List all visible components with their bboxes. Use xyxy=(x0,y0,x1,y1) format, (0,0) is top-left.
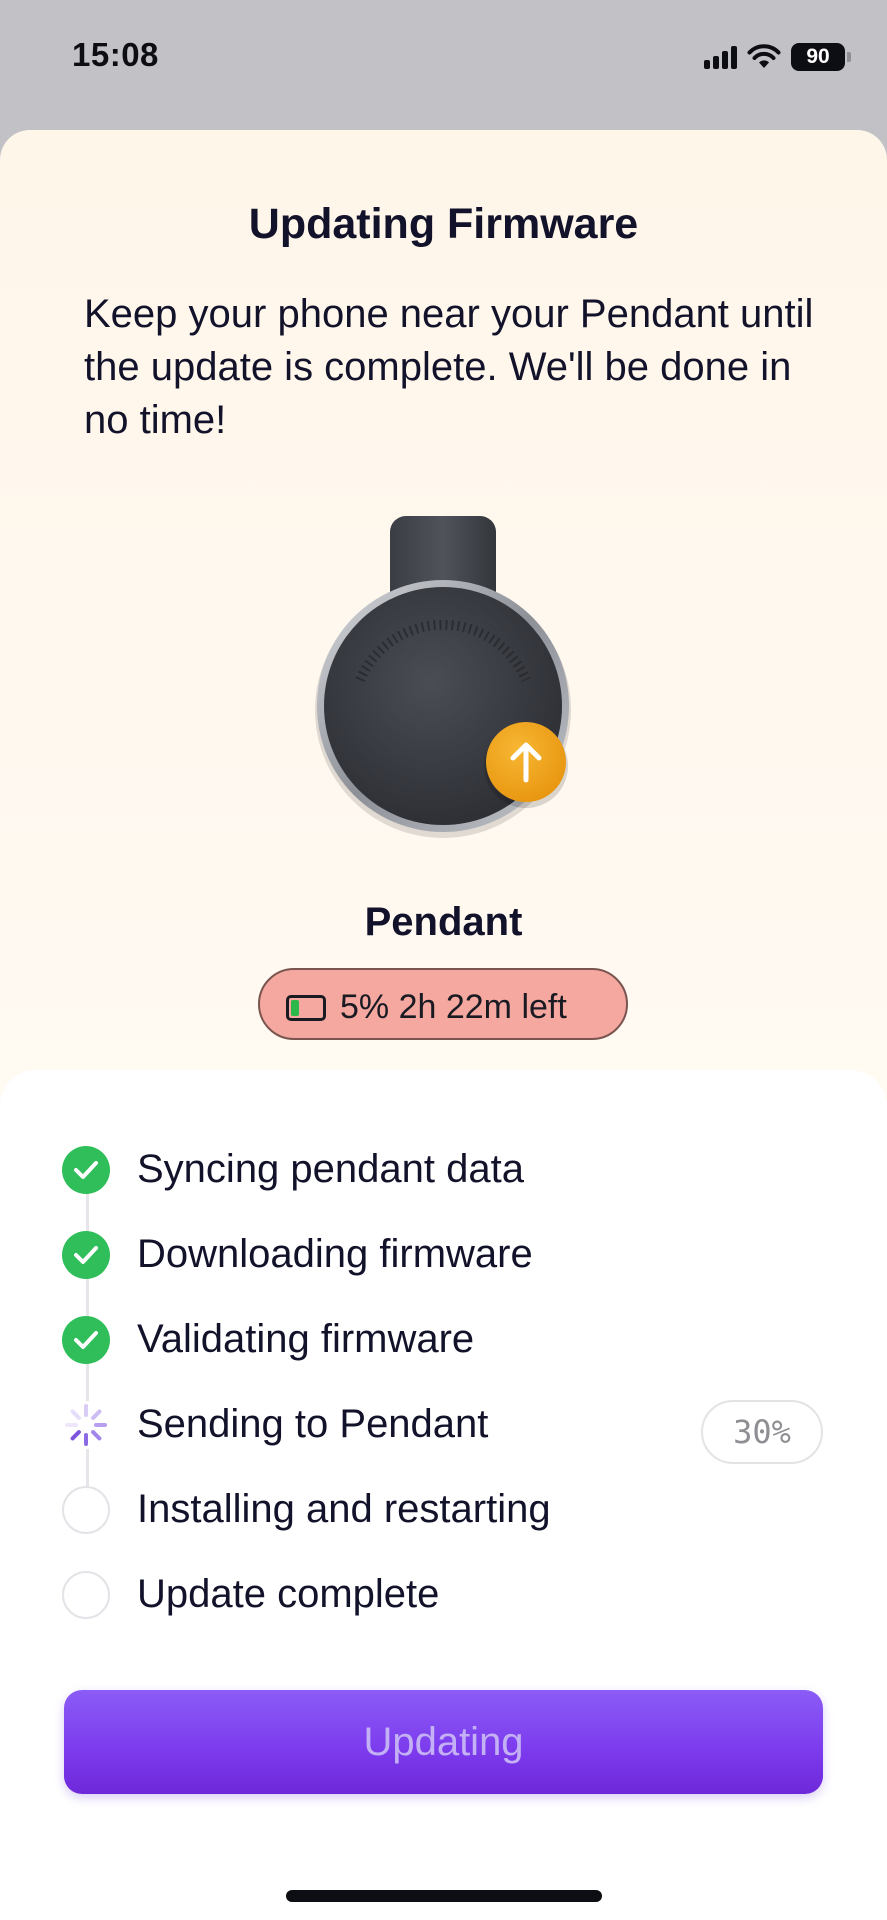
status-bar: 15:08 90 xyxy=(0,0,887,120)
step-downloading-firmware: Downloading firmware xyxy=(62,1230,842,1280)
step-label: Installing and restarting xyxy=(137,1487,551,1531)
step-label: Validating firmware xyxy=(137,1317,475,1361)
battery-status-text: 5% 2h 22m left xyxy=(340,988,567,1026)
pending-circle-icon xyxy=(62,1486,110,1534)
step-label: Update complete xyxy=(137,1572,440,1616)
status-time: 15:08 xyxy=(72,36,159,73)
battery-status-pill: 5% 2h 22m left xyxy=(258,968,628,1040)
step-installing-and-restarting: Installing and restarting xyxy=(62,1485,842,1535)
step-label: Syncing pendant data xyxy=(137,1147,524,1191)
page-title: Updating Firmware xyxy=(248,200,639,248)
step-update-complete: Update complete xyxy=(62,1570,842,1620)
step-label: Downloading firmware xyxy=(137,1232,533,1276)
update-description: Keep your phone near your Pendant until … xyxy=(84,292,814,442)
home-indicator[interactable] xyxy=(286,1890,602,1902)
check-icon xyxy=(62,1231,110,1279)
status-icons: 90 xyxy=(704,40,851,74)
cellular-signal-icon xyxy=(704,45,737,69)
battery-charging-icon xyxy=(286,994,326,1021)
updating-button[interactable]: Updating xyxy=(64,1690,823,1794)
progress-percentage: 30% xyxy=(701,1400,823,1464)
step-syncing-pendant-data: Syncing pendant data xyxy=(62,1145,842,1195)
wifi-icon xyxy=(747,44,781,68)
check-icon xyxy=(62,1146,110,1194)
loading-spinner-icon xyxy=(62,1401,110,1449)
check-icon xyxy=(62,1316,110,1364)
device-name: Pendant xyxy=(364,900,523,944)
step-validating-firmware: Validating firmware xyxy=(62,1315,842,1365)
pending-circle-icon xyxy=(62,1571,110,1619)
pendant-device-image xyxy=(310,510,580,840)
battery-indicator: 90 xyxy=(791,43,851,71)
step-label: Sending to Pendant xyxy=(137,1402,489,1446)
